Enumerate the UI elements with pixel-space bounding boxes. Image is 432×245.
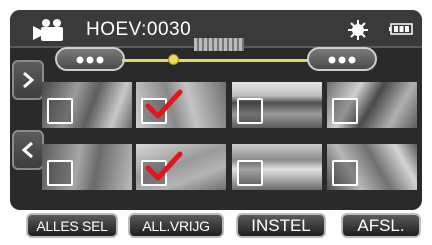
mode-label: HOEV:0030 [86, 19, 192, 40]
release-all-button[interactable]: ALL.VRIJG [128, 213, 224, 238]
screen: HOEV:0030 ALLES SEL ALL.VRIJG INSTEL AFS… [0, 0, 432, 245]
select-checkbox[interactable] [332, 98, 358, 124]
select-checkbox[interactable] [237, 98, 263, 124]
checkmark-icon [145, 151, 183, 181]
date-indicator [194, 38, 244, 51]
sun-icon [348, 20, 368, 40]
video-thumbnail[interactable] [232, 82, 322, 128]
next-date-button[interactable] [307, 47, 377, 71]
dots-icon [76, 56, 104, 64]
chevron-left-icon [21, 141, 33, 159]
select-checkbox[interactable] [47, 98, 73, 124]
video-thumbnail[interactable] [42, 144, 132, 190]
previous-page-button[interactable] [12, 130, 44, 170]
chevron-right-icon [23, 71, 35, 89]
video-thumbnail[interactable] [327, 144, 417, 190]
video-thumbnail[interactable] [136, 82, 226, 128]
select-checkbox[interactable] [141, 89, 183, 124]
checkmark-icon [145, 89, 183, 119]
next-page-button[interactable] [12, 60, 44, 100]
set-button[interactable]: INSTEL [236, 213, 326, 238]
video-camera-icon [33, 19, 63, 41]
select-all-button[interactable]: ALLES SEL [26, 213, 118, 238]
select-checkbox[interactable] [332, 160, 358, 186]
battery-full-icon [389, 23, 413, 35]
timeline-position-marker[interactable] [168, 54, 179, 65]
previous-date-button[interactable] [55, 47, 125, 71]
video-thumbnail[interactable] [136, 144, 226, 190]
date-timeline[interactable] [122, 59, 308, 62]
video-thumbnail[interactable] [42, 82, 132, 128]
select-checkbox[interactable] [47, 160, 73, 186]
select-checkbox[interactable] [141, 151, 183, 186]
select-checkbox[interactable] [237, 160, 263, 186]
video-thumbnail[interactable] [327, 82, 417, 128]
quit-button[interactable]: AFSL. [341, 213, 421, 238]
video-thumbnail[interactable] [232, 144, 322, 190]
dots-icon [328, 56, 356, 64]
